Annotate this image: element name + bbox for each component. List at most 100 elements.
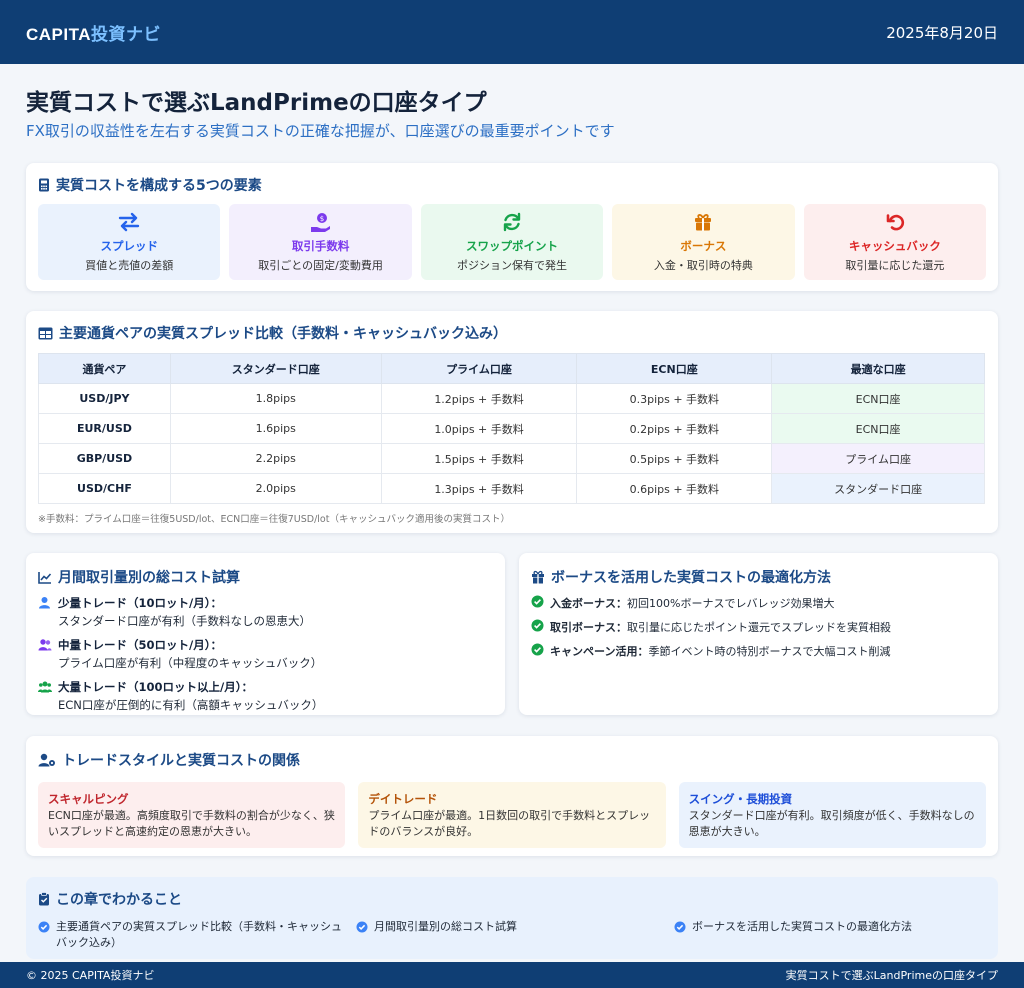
factor-desc: 取引ごとの固定/変動費用 xyxy=(258,258,383,272)
factor-card: ボーナス入金・取引時の特典 xyxy=(612,204,795,280)
sync-icon xyxy=(502,212,522,234)
best-account-cell: スタンダード口座 xyxy=(771,473,985,504)
table-cell: 1.2pips + 手数料 xyxy=(380,383,578,414)
page-subtitle: FX取引の収益性を左右する実質コストの正確な把握が、口座選びの最重要ポイントです xyxy=(26,122,615,140)
bonus-title-text: ボーナスを活用した実質コストの最適化方法 xyxy=(551,570,831,586)
table-cell: 0.2pips + 手数料 xyxy=(576,413,773,444)
style-card: スキャルピング ECN口座が最適。高頻度取引で手数料の割合が少なく、狭いスプレッド… xyxy=(38,782,346,848)
trade-styles-card: トレードスタイルと実質コストの関係 スキャルピング ECN口座が最適。高頻度取引で… xyxy=(26,736,998,856)
bonus-text: キャンペーン活用：季節イベント時の特別ボーナスで大幅コスト削減 xyxy=(550,643,890,659)
monthly-item: 大量トレード（100ロット以上/月）： ECN口座が圧倒的に有利（高額キャッシュバ… xyxy=(38,679,493,713)
chapter-summary-title: この章でわかること xyxy=(38,889,986,909)
currency-pair-cell: USD/CHF xyxy=(38,473,171,504)
monthly-body: ECN口座が圧倒的に有利（高額キャッシュバック） xyxy=(58,698,324,712)
header-date: 2025年8月20日 xyxy=(886,23,998,42)
table-cell: 1.8pips xyxy=(169,383,382,414)
factor-card: スプレッド買値と売値の差額 xyxy=(38,204,221,280)
factor-card: スワップポイント ポジション保有で発生 xyxy=(420,204,604,280)
table-row: USD/JPY 1.8pips 1.2pips + 手数料 0.3pips + 手数料… xyxy=(38,383,985,414)
summary-text: ボーナスを活用した実質コストの最適化方法 xyxy=(692,920,912,933)
spread-table-card: 主要通貨ペアの実質スプレッド比較（手数料・キャッシュバック込み） 通貨ペアスタン… xyxy=(26,311,998,533)
column-header: プライム口座 xyxy=(380,353,578,384)
best-account-cell: ECN口座 xyxy=(771,383,985,414)
bonus-list: 入金ボーナス：初回100%ボーナスでレバレッジ効果増大 取引ボーナス：取引量に応じ… xyxy=(531,595,986,659)
table-row: GBP/USD 2.2pips 1.5pips + 手数料 0.5pips + 手数料… xyxy=(38,443,985,474)
table-cell: 2.0pips xyxy=(169,473,382,504)
table-body: USD/JPY 1.8pips 1.2pips + 手数料 0.3pips + 手数料… xyxy=(38,383,985,504)
bonus-item: キャンペーン活用：季節イベント時の特別ボーナスで大幅コスト削減 xyxy=(531,643,986,659)
table-cell: 1.5pips + 手数料 xyxy=(380,443,578,474)
check-circle-icon xyxy=(356,919,368,938)
check-circle-icon xyxy=(531,643,544,659)
factor-desc: 買値と売値の差額 xyxy=(85,258,174,272)
footer-right-title: 実質コストで選ぶLandPrimeの口座タイプ xyxy=(785,969,998,982)
factor-desc: 入金・取引時の特典 xyxy=(653,258,753,272)
gift-icon xyxy=(532,570,544,584)
column-header: 通貨ペア xyxy=(38,353,171,384)
bonus-body: 取引量に応じたポイント還元でスプレッドを実質相殺 xyxy=(627,621,891,634)
factors-title: 実質コストを構成する5つの要素 xyxy=(38,175,986,195)
gift-icon xyxy=(693,212,713,234)
factor-name: スプレッド xyxy=(100,238,158,253)
check-circle-icon xyxy=(38,919,50,938)
undo-icon xyxy=(885,212,905,234)
monthly-item: 少量トレード（10ロット/月）： スタンダード口座が有利（手数料なしの恩恵大） xyxy=(38,595,493,629)
style-desc: プライム口座が最適。1日数回の取引で手数料とスプレッドのバランスが良好。 xyxy=(368,809,651,838)
currency-pair-cell: EUR/USD xyxy=(38,413,171,444)
brand-accent: 投資ナビ xyxy=(91,24,162,44)
summary-text: 月間取引量別の総コスト試算 xyxy=(374,920,517,933)
monthly-head: 大量トレード（100ロット以上/月）： xyxy=(58,680,253,694)
bonus-text: 取引ボーナス：取引量に応じたポイント還元でスプレッドを実質相殺 xyxy=(550,619,891,635)
factor-desc: 取引量に応じた還元 xyxy=(845,258,945,272)
column-header: ECN口座 xyxy=(576,353,773,384)
monthly-cost-title-text: 月間取引量別の総コスト試算 xyxy=(58,570,240,586)
monthly-body: プライム口座が有利（中程度のキャッシュバック） xyxy=(58,656,323,670)
brand-logo[interactable]: CAPITA投資ナビ xyxy=(26,20,161,45)
footer: © 2025 CAPITA投資ナビ 実質コストで選ぶLandPrimeの口座タイ… xyxy=(0,962,1024,988)
user-pair-icon xyxy=(38,637,52,671)
factor-desc: ポジション保有で発生 xyxy=(457,258,568,272)
check-circle-icon xyxy=(674,919,686,938)
line-chart-icon xyxy=(38,571,52,584)
bonus-item: 取引ボーナス：取引量に応じたポイント還元でスプレッドを実質相殺 xyxy=(531,619,986,635)
monthly-text: 中量トレード（50ロット/月）： プライム口座が有利（中程度のキャッシュバック） xyxy=(58,637,322,671)
bonus-body: 初回100%ボーナスでレバレッジ効果増大 xyxy=(627,597,835,610)
style-list: スキャルピング ECN口座が最適。高頻度取引で手数料の割合が少なく、狭いスプレッド… xyxy=(38,782,986,848)
monthly-cost-card: 月間取引量別の総コスト試算 少量トレード（10ロット/月）： スタンダード口座が有… xyxy=(26,553,505,715)
bonus-text: 入金ボーナス：初回100%ボーナスでレバレッジ効果増大 xyxy=(550,595,834,611)
hand-coin-icon: $ xyxy=(310,212,332,234)
factors-card: 実質コストを構成する5つの要素 スプレッド買値と売値の差額 $ 取引手数料取引ごとの… xyxy=(26,163,998,291)
table-row: EUR/USD 1.6pips 1.0pips + 手数料 0.2pips + 手数料… xyxy=(38,413,985,444)
user-gear-icon xyxy=(38,753,55,767)
monthly-item: 中量トレード（50ロット/月）： プライム口座が有利（中程度のキャッシュバック） xyxy=(38,637,493,671)
spread-table: 通貨ペア スタンダード口座 プライム口座 ECN口座 最適な口座 USD/JPY 1.8p… xyxy=(38,353,985,504)
monthly-head: 中量トレード（50ロット/月）： xyxy=(58,638,222,652)
factor-card: $ 取引手数料取引ごとの固定/変動費用 xyxy=(229,204,412,280)
style-desc: スタンダード口座が有利。取引頻度が低く、手数料なしの恩恵が大きい。 xyxy=(688,809,975,838)
best-account-cell: ECN口座 xyxy=(771,413,985,444)
users-group-icon xyxy=(38,679,52,713)
factors-title-text: 実質コストを構成する5つの要素 xyxy=(56,178,262,194)
bonus-head: キャンペーン活用： xyxy=(550,645,649,658)
user-icon xyxy=(38,595,52,629)
chapter-summary-title-text: この章でわかること xyxy=(56,892,182,908)
page-title: 実質コストで選ぶLandPrimeの口座タイプ xyxy=(26,90,487,116)
style-name: デイトレード xyxy=(368,792,438,806)
spread-table-title: 主要通貨ペアの実質スプレッド比較（手数料・キャッシュバック込み） xyxy=(38,323,986,343)
factor-name: ボーナス xyxy=(680,238,727,253)
bonus-head: 入金ボーナス： xyxy=(550,597,627,610)
table-cell: 0.5pips + 手数料 xyxy=(576,443,773,474)
summary-text: 主要通貨ペアの実質スプレッド比較（手数料・キャッシュバック込み） xyxy=(56,920,342,949)
factor-list: スプレッド買値と売値の差額 $ 取引手数料取引ごとの固定/変動費用 スワップポイントポ… xyxy=(38,204,987,280)
table-cell: 1.6pips xyxy=(169,413,382,444)
table-cell: 2.2pips xyxy=(169,443,382,474)
factor-name: 取引手数料 xyxy=(291,238,350,253)
svg-text:$: $ xyxy=(319,215,323,223)
currency-pair-cell: USD/JPY xyxy=(38,383,171,414)
bonus-head: 取引ボーナス： xyxy=(550,621,627,634)
trade-styles-title-text: トレードスタイルと実質コストの関係 xyxy=(62,753,300,769)
check-circle-icon xyxy=(531,595,544,611)
brand-prefix: CAPITA xyxy=(26,24,92,44)
table-cell: 0.3pips + 手数料 xyxy=(576,383,773,414)
factor-name: スワップポイント xyxy=(466,238,559,253)
